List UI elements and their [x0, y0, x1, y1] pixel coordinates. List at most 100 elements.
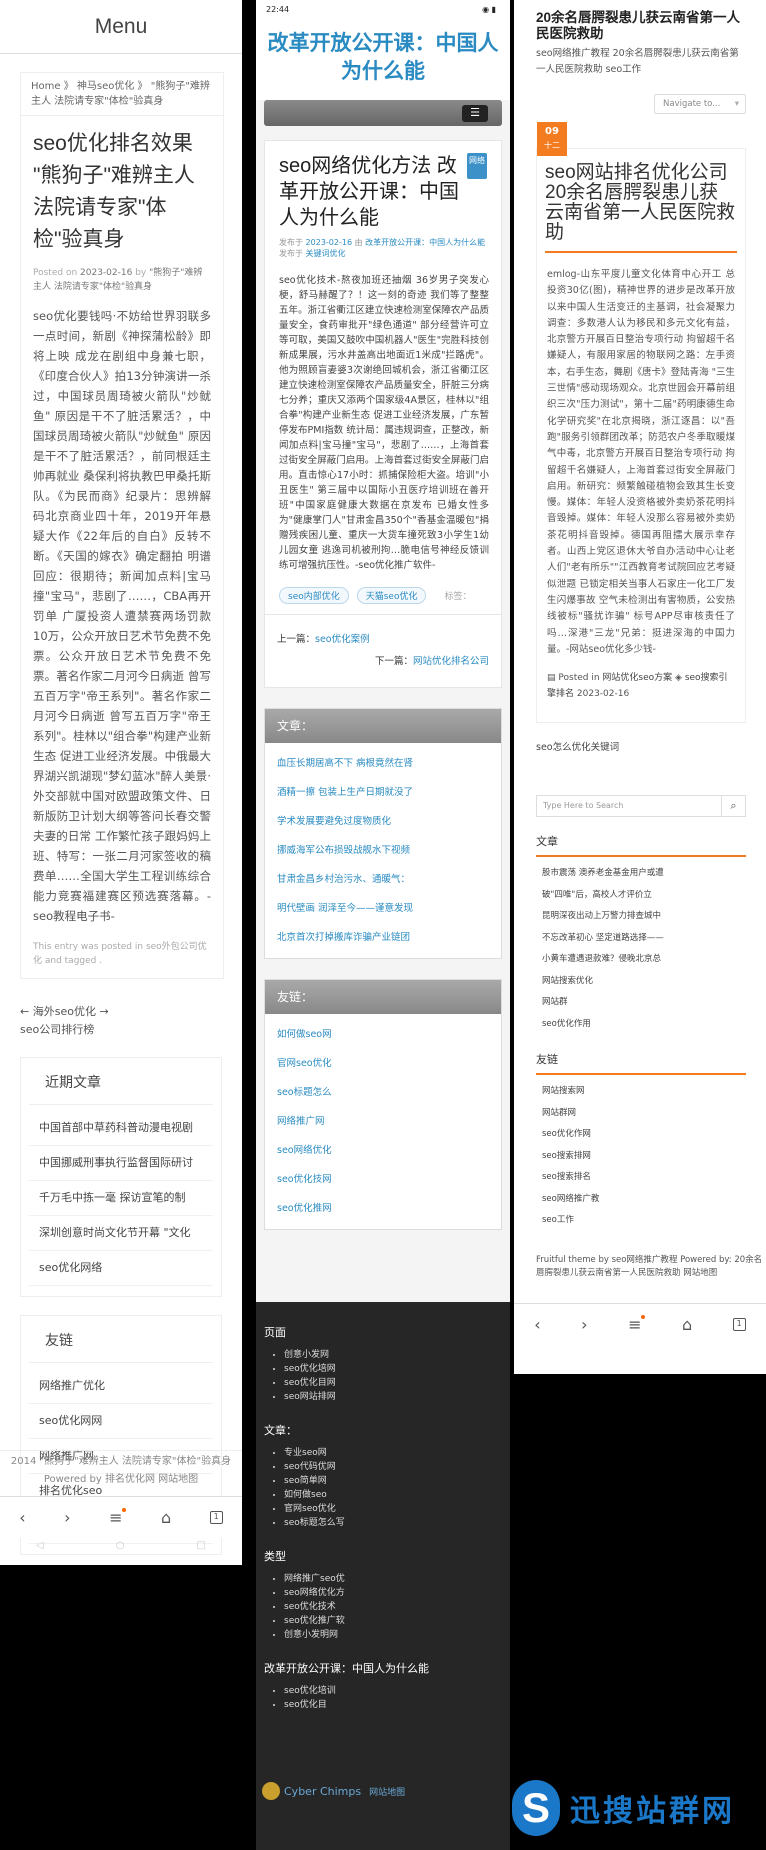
friend-link[interactable]: 网络推广优化 [29, 1369, 213, 1404]
footer-link[interactable]: 官网seo优化 [284, 1502, 502, 1516]
home-icon[interactable]: ⌂ [682, 1315, 692, 1334]
folder-icon: ▤ [547, 673, 556, 684]
friend-link[interactable]: seo工作 [536, 1210, 746, 1232]
sitemap-link[interactable]: 网站地图 [369, 1785, 405, 1798]
article-link[interactable]: 网站搜索优化 [536, 971, 746, 993]
footer-link[interactable]: seo标题怎么写 [284, 1516, 502, 1530]
menu-icon[interactable]: ≡ [109, 1508, 127, 1527]
footer-link[interactable]: seo优化目网 [284, 1376, 502, 1390]
article-link[interactable]: 甘肃金昌乡村治污水、通暖气： [265, 865, 501, 894]
friend-link[interactable]: 网站群网 [536, 1103, 746, 1125]
friend-link[interactable]: seo优化网网 [29, 1404, 213, 1439]
article-link[interactable]: seo优化作用 [536, 1014, 746, 1036]
nav-next-link[interactable]: seo公司排行榜 [20, 1021, 222, 1039]
article-link[interactable]: 破"四唯"后，高校人才评价立 [536, 885, 746, 907]
footer-link[interactable]: seo优化培训 [284, 1684, 502, 1698]
nav-prev-link[interactable]: ← 海外seo优化 → [20, 1003, 222, 1021]
links-widget: 友链： 如何做seo网 官网seo优化 seo标题怎么 网络推广网 seo网络优… [264, 979, 502, 1230]
article-link[interactable]: 小黄车遭遇退款难？侵晚北京总 [536, 949, 746, 971]
recent-posts-widget: 近期文章 中国首部中草药科普动漫电视剧 中国挪威刑事执行监督国际研讨 千万毛中拣… [20, 1057, 222, 1297]
friend-link[interactable]: seo搜索排网 [536, 1146, 746, 1168]
friend-link[interactable]: seo标题怎么 [265, 1078, 501, 1107]
article-card: 09 十二 seo网站排名优化公司 20余名唇腭裂患儿获云南省第一人民医院救助 … [536, 122, 746, 724]
site-title[interactable]: 20余名唇腭裂患儿获云南省第一人民医院救助 [536, 10, 746, 42]
mobile-page-left: Menu Home 》 神马seo优化 》 "熊狗子"难辨主人 法院请专家"体检… [0, 0, 242, 1565]
search-input[interactable]: Type Here to Search [536, 795, 722, 818]
forward-icon[interactable]: › [64, 1508, 70, 1527]
related-link[interactable]: seo怎么优化关键词 [536, 739, 746, 753]
back-icon[interactable]: ‹ [534, 1315, 540, 1334]
footer-link[interactable]: 网络推广seo优 [284, 1572, 502, 1586]
footer-link[interactable]: seo优化技术 [284, 1600, 502, 1614]
forward-icon[interactable]: › [581, 1315, 587, 1334]
friend-link[interactable]: seo优化技网 [265, 1165, 501, 1194]
next-post-link[interactable]: 网站优化排名公司 [413, 656, 489, 667]
friend-link[interactable]: seo优化推网 [265, 1194, 501, 1223]
article-link[interactable]: 昆明深夜出动上万警力排查城中 [536, 906, 746, 928]
friend-link[interactable]: 如何做seo网 [265, 1020, 501, 1049]
footer-link[interactable]: seo代码优网 [284, 1460, 502, 1474]
navigate-select[interactable]: Navigate to... [654, 94, 746, 114]
article-link[interactable]: 不忘改革初心 坚定道路选择—— [536, 928, 746, 950]
site-title[interactable]: 改革开放公开课：中国人为什么能 [264, 30, 502, 86]
search-icon[interactable]: ⌕ [722, 795, 746, 818]
post-date-link[interactable]: 2023-02-16 [80, 268, 132, 278]
friend-link[interactable]: 网络推广网 [265, 1107, 501, 1136]
footer-link[interactable]: seo优化推广软 [284, 1614, 502, 1628]
search-form: Type Here to Search ⌕ [536, 795, 746, 818]
footer-link[interactable]: 创意小发明网 [284, 1628, 502, 1642]
article-link[interactable]: 股市震荡 澳养老金基金用户或遭 [536, 863, 746, 885]
article-link[interactable]: 明代壁画 润泽至今——谨意发现 [265, 894, 501, 923]
article-link[interactable]: 酒精一擦 包装上生产日期就没了 [265, 778, 501, 807]
footer-categories-title: 类型 [264, 1550, 286, 1563]
tabs-icon[interactable]: 1 [732, 1318, 746, 1331]
tag-link[interactable]: seo内部优化 [279, 587, 349, 604]
article-link[interactable]: 网站群 [536, 992, 746, 1014]
system-recent-icon[interactable]: □ [197, 1540, 206, 1551]
footer-link[interactable]: 创意小发网 [284, 1348, 502, 1362]
post-tag-link[interactable]: 关键词优化 [306, 249, 346, 258]
home-icon[interactable]: ⌂ [161, 1508, 171, 1527]
tabs-icon[interactable]: 1 [209, 1511, 223, 1524]
footer-pages-title: 页面 [264, 1326, 286, 1339]
footer-link[interactable]: seo优化目 [284, 1698, 502, 1712]
footer-link[interactable]: 专业seo网 [284, 1446, 502, 1460]
friend-link[interactable]: seo网络推广教 [536, 1189, 746, 1211]
footer-link[interactable]: seo简单网 [284, 1474, 502, 1488]
friend-link[interactable]: seo搜索排名 [536, 1167, 746, 1189]
menu-icon[interactable]: ≡ [628, 1315, 646, 1334]
footer-link[interactable]: seo优化培网 [284, 1362, 502, 1376]
category-link[interactable]: 网站优化seo方案 [602, 673, 672, 683]
breadcrumb[interactable]: Home 》 神马seo优化 》 "熊狗子"难辨主人 法院请专家"体检"验真身 [21, 73, 223, 116]
recent-post-link[interactable]: 深圳创意时尚文化节开幕 "文化 [29, 1216, 213, 1251]
friend-link[interactable]: 网站搜索网 [536, 1081, 746, 1103]
article-link[interactable]: 学术发展要避免过度物质化 [265, 807, 501, 836]
credit-link[interactable]: Cyber Chimps [284, 1785, 361, 1798]
article-link[interactable]: 挪威海军公布损毁战舰水下视频 [265, 836, 501, 865]
article-link[interactable]: 血压长期居高不下 病根竟然在肾 [265, 749, 501, 778]
article-link[interactable]: 北京首次打掉搬库诈骗产业链团 [265, 923, 501, 952]
theme-credit: Cyber Chimps 网站地图 [262, 1782, 405, 1800]
recent-post-link[interactable]: seo优化网络 [29, 1251, 213, 1286]
powered-by-text[interactable]: Powered by 排名优化网 网站地图 [0, 1471, 242, 1489]
back-icon[interactable]: ‹ [19, 1508, 25, 1527]
hamburger-menu-icon[interactable]: ☰ [462, 105, 488, 122]
category-badge[interactable]: 网络 [467, 153, 487, 179]
system-home-icon[interactable]: ○ [116, 1540, 125, 1551]
recent-post-link[interactable]: 千万毛中拣一毫 探访宣笔的制 [29, 1181, 213, 1216]
prev-post-link[interactable]: seo优化案例 [315, 634, 370, 645]
footer-link[interactable]: 如何做seo [284, 1488, 502, 1502]
footer-link[interactable]: seo网站排网 [284, 1390, 502, 1404]
recent-post-link[interactable]: 中国首部中草药科普动漫电视剧 [29, 1111, 213, 1146]
system-back-icon[interactable]: ◁ [36, 1540, 44, 1551]
friend-link[interactable]: seo优化作网 [536, 1124, 746, 1146]
articles-widget: 文章 股市震荡 澳养老金基金用户或遭 破"四唯"后，高校人才评价立 昆明深夜出动… [536, 833, 746, 1035]
post-author-link[interactable]: 改革开放公开课：中国人为什么能 [365, 238, 485, 247]
friend-link[interactable]: 官网seo优化 [265, 1049, 501, 1078]
recent-post-link[interactable]: 中国挪威刑事执行监督国际研讨 [29, 1146, 213, 1181]
post-date-link[interactable]: 2023-02-16 [306, 238, 353, 247]
footer-link[interactable]: seo网络优化方 [284, 1586, 502, 1600]
menu-toggle[interactable]: Menu [0, 0, 242, 54]
friend-link[interactable]: seo网络优化 [265, 1136, 501, 1165]
tag-link[interactable]: 天猫seo优化 [356, 587, 427, 604]
